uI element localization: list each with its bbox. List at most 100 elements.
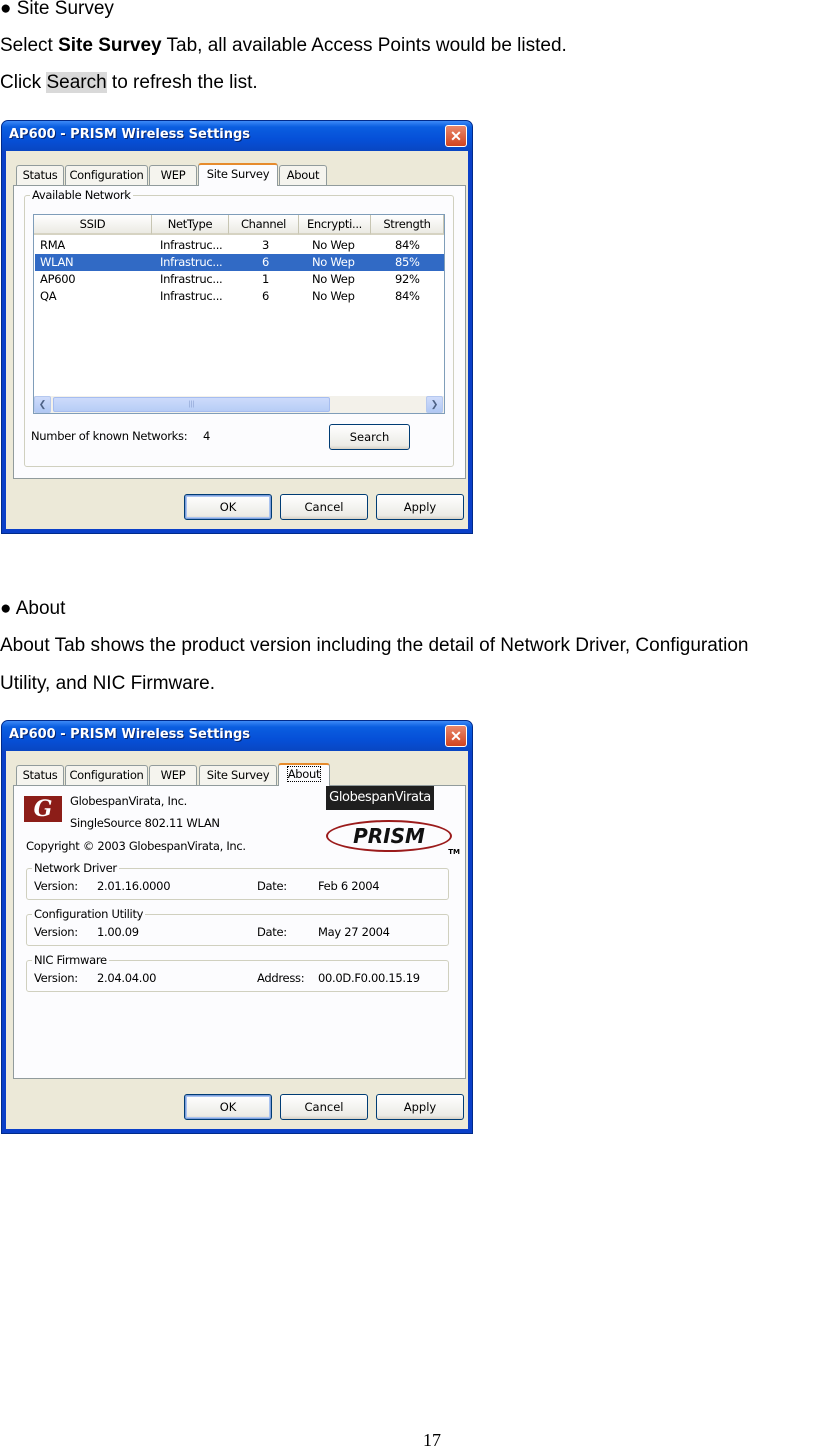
- column-header-nettype[interactable]: NetType: [152, 215, 229, 235]
- firmware-version: 2.04.04.00: [97, 971, 157, 985]
- ok-button[interactable]: OK: [184, 494, 272, 520]
- about-dialog-screenshot: AP600 - PRISM Wireless Settings ✕ Status…: [1, 720, 473, 1134]
- cell-strength: 84%: [395, 289, 420, 303]
- column-header-ssid[interactable]: SSID: [34, 215, 152, 235]
- horizontal-scrollbar[interactable]: ❮ ||| ❯: [34, 396, 444, 413]
- cell-ssid: RMA: [40, 238, 65, 252]
- column-header-channel[interactable]: Channel: [229, 215, 299, 235]
- version-label: Version:: [34, 971, 78, 985]
- group-label: NIC Firmware: [32, 953, 109, 967]
- about-header: G GlobespanVirata, Inc. SingleSource 802…: [14, 786, 464, 866]
- paragraph: Utility, and NIC Firmware.: [0, 673, 216, 694]
- company-name: GlobespanVirata, Inc.: [70, 794, 187, 808]
- title-bar: AP600 - PRISM Wireless Settings ✕: [2, 121, 472, 151]
- prism-logo: PRISM TM: [326, 818, 460, 856]
- section-heading-about: ● About: [0, 598, 66, 619]
- tab-site-survey[interactable]: Site Survey: [198, 163, 278, 186]
- title-bar: AP600 - PRISM Wireless Settings ✕: [2, 721, 472, 751]
- table-row-selected[interactable]: WLAN Infrastruc... 6 No Wep 85%: [35, 254, 444, 271]
- window-title: AP600 - PRISM Wireless Settings: [9, 127, 251, 142]
- version-label: Version:: [34, 879, 78, 893]
- globespanvirata-logo: GlobespanVirata: [326, 786, 434, 810]
- tab-about[interactable]: About: [279, 165, 327, 185]
- configuration-utility-group: Configuration Utility Version: 1.00.09 D…: [26, 907, 449, 946]
- column-header-strength[interactable]: Strength: [371, 215, 444, 235]
- cell-strength: 92%: [395, 272, 420, 286]
- cell-encryption: No Wep: [312, 238, 355, 252]
- search-button[interactable]: Search: [329, 424, 410, 450]
- close-icon[interactable]: ✕: [445, 725, 467, 747]
- table-row[interactable]: AP600 Infrastruc... 1 No Wep 92%: [35, 271, 444, 288]
- date-label: Date:: [257, 925, 287, 939]
- group-label: Network Driver: [32, 861, 119, 875]
- tab-configuration[interactable]: Configuration: [65, 165, 148, 185]
- dialog-client: Status Configuration WEP Site Survey Abo…: [6, 751, 468, 1129]
- cell-nettype: Infrastruc...: [160, 272, 223, 286]
- group-label: Configuration Utility: [32, 907, 146, 921]
- utility-version: 1.00.09: [97, 925, 139, 939]
- cell-channel: 3: [262, 238, 270, 252]
- cell-encryption: No Wep: [312, 289, 355, 303]
- scroll-left-icon[interactable]: ❮: [34, 396, 51, 413]
- product-name: SingleSource 802.11 WLAN: [70, 816, 220, 830]
- paragraph: About Tab shows the product version incl…: [0, 635, 749, 656]
- cell-strength: 85%: [395, 255, 420, 269]
- tab-site-survey[interactable]: Site Survey: [199, 765, 277, 785]
- copyright: Copyright © 2003 GlobespanVirata, Inc.: [26, 839, 246, 853]
- available-network-group: Available Network SSID NetType Channel E…: [24, 188, 454, 467]
- tab-panel: G GlobespanVirata, Inc. SingleSource 802…: [13, 785, 466, 1079]
- scroll-thumb[interactable]: |||: [53, 397, 330, 412]
- cancel-button[interactable]: Cancel: [280, 1094, 368, 1120]
- apply-button[interactable]: Apply: [376, 1094, 464, 1120]
- section-heading-site-survey: ● Site Survey: [0, 0, 114, 19]
- utility-date: May 27 2004: [318, 925, 390, 939]
- table-row[interactable]: RMA Infrastruc... 3 No Wep 84%: [35, 237, 444, 254]
- ok-button[interactable]: OK: [184, 1094, 272, 1120]
- network-driver-group: Network Driver Version: 2.01.16.0000 Dat…: [26, 861, 449, 900]
- tab-panel: Available Network SSID NetType Channel E…: [13, 185, 466, 479]
- cell-channel: 6: [262, 255, 270, 269]
- tab-about[interactable]: About: [278, 763, 330, 786]
- nic-firmware-group: NIC Firmware Version: 2.04.04.00 Address…: [26, 953, 449, 992]
- apply-button[interactable]: Apply: [376, 494, 464, 520]
- mac-address: 00.0D.F0.00.15.19: [318, 971, 420, 985]
- tab-wep[interactable]: WEP: [149, 165, 197, 185]
- tab-configuration[interactable]: Configuration: [65, 765, 148, 785]
- scroll-right-icon[interactable]: ❯: [426, 396, 443, 413]
- cell-encryption: No Wep: [312, 272, 355, 286]
- dialog-client: Status Configuration WEP Site Survey Abo…: [6, 151, 468, 529]
- cell-channel: 1: [262, 272, 270, 286]
- globespan-logo-icon: G: [24, 796, 62, 822]
- group-label: Available Network: [30, 188, 133, 202]
- cell-strength: 84%: [395, 238, 420, 252]
- version-label: Version:: [34, 925, 78, 939]
- date-label: Date:: [257, 879, 287, 893]
- cell-channel: 6: [262, 289, 270, 303]
- tab-status[interactable]: Status: [16, 165, 64, 185]
- tab-wep[interactable]: WEP: [149, 765, 197, 785]
- paragraph: Click Search to refresh the list.: [0, 72, 258, 93]
- cell-nettype: Infrastruc...: [160, 255, 223, 269]
- cell-nettype: Infrastruc...: [160, 238, 223, 252]
- network-list[interactable]: SSID NetType Channel Encrypti... Strengt…: [33, 214, 445, 414]
- site-survey-dialog-screenshot: AP600 - PRISM Wireless Settings ✕ Status…: [1, 120, 473, 534]
- driver-version: 2.01.16.0000: [97, 879, 171, 893]
- address-label: Address:: [257, 971, 305, 985]
- page-number: 17: [423, 1430, 441, 1447]
- cancel-button[interactable]: Cancel: [280, 494, 368, 520]
- window-title: AP600 - PRISM Wireless Settings: [9, 727, 251, 742]
- cell-ssid: WLAN: [40, 255, 74, 269]
- column-header-encryption[interactable]: Encrypti...: [299, 215, 371, 235]
- cell-ssid: AP600: [40, 272, 76, 286]
- cell-encryption: No Wep: [312, 255, 355, 269]
- close-icon[interactable]: ✕: [445, 125, 467, 147]
- prism-logo-text: PRISM: [326, 820, 452, 852]
- known-networks-count: 4: [203, 429, 211, 443]
- cell-ssid: QA: [40, 289, 57, 303]
- table-row[interactable]: QA Infrastruc... 6 No Wep 84%: [35, 288, 444, 305]
- trademark: TM: [448, 848, 460, 856]
- cell-nettype: Infrastruc...: [160, 289, 223, 303]
- driver-date: Feb 6 2004: [318, 879, 380, 893]
- known-networks-label: Number of known Networks:: [31, 429, 188, 443]
- tab-status[interactable]: Status: [16, 765, 64, 785]
